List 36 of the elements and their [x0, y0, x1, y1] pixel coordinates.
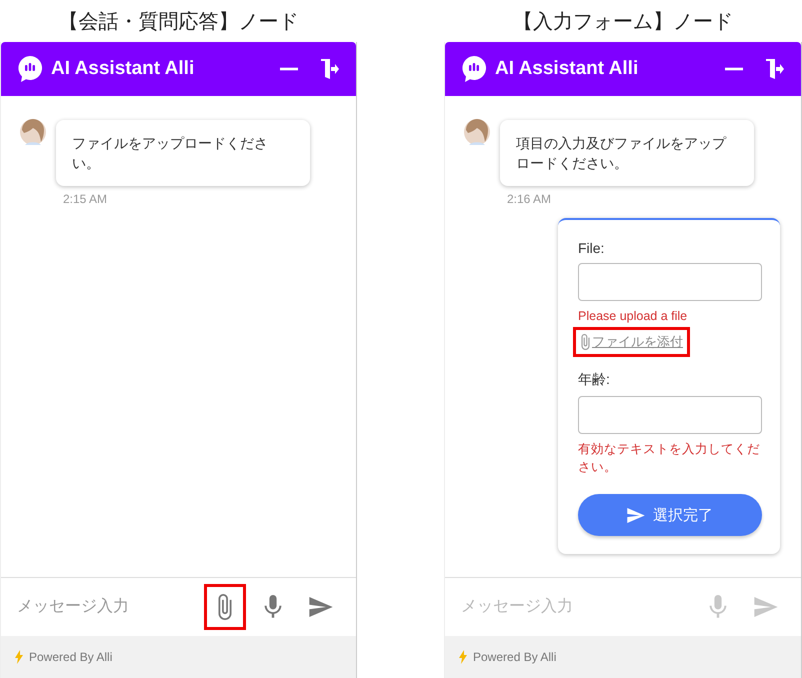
field-label: File:	[578, 240, 604, 256]
microphone-icon	[709, 595, 727, 619]
input-field[interactable]	[578, 396, 762, 434]
chat-logo-icon	[17, 55, 43, 83]
message-time: 2:16 AM	[507, 192, 552, 206]
panel-caption: 【入力フォーム】ノード	[513, 10, 733, 34]
message-input[interactable]: メッセージ入力	[17, 592, 198, 622]
minimize-icon[interactable]	[725, 67, 743, 71]
send-icon	[309, 597, 333, 617]
avatar-icon	[19, 118, 47, 146]
error-message: Please upload a file	[578, 308, 688, 325]
attach-button[interactable]	[204, 584, 246, 630]
exit-icon[interactable]	[320, 57, 340, 81]
send-icon	[754, 597, 778, 617]
message-bubble: ファイルをアップロードください。	[56, 120, 310, 186]
panel-caption: 【会話・質問応答】ノード	[58, 10, 298, 34]
lightning-icon	[459, 650, 467, 664]
attach-file-link[interactable]: ファイルを添付	[573, 327, 690, 357]
field-label: 年齢:	[578, 371, 610, 389]
footer-text: Powered By Alli	[29, 650, 112, 664]
message-time: 2:15 AM	[63, 192, 108, 206]
footer-text: Powered By Alli	[473, 650, 556, 664]
window-title: AI Assistant Alli	[51, 58, 196, 80]
message-bubble: 項目の入力及びファイルをアップロードください。	[500, 120, 754, 186]
input-field[interactable]	[578, 263, 762, 301]
minimize-icon[interactable]	[280, 67, 298, 71]
window-title: AI Assistant Alli	[495, 58, 640, 80]
error-message: 有効なテキストを入力してください。	[578, 441, 760, 476]
microphone-icon	[264, 595, 282, 619]
chat-logo-icon	[461, 55, 487, 83]
send-icon	[627, 508, 645, 522]
paperclip-icon	[580, 334, 591, 350]
exit-icon[interactable]	[765, 57, 785, 81]
lightning-icon	[15, 650, 23, 664]
submit-button[interactable]: 選択完了	[578, 494, 762, 536]
avatar-icon	[463, 118, 491, 146]
